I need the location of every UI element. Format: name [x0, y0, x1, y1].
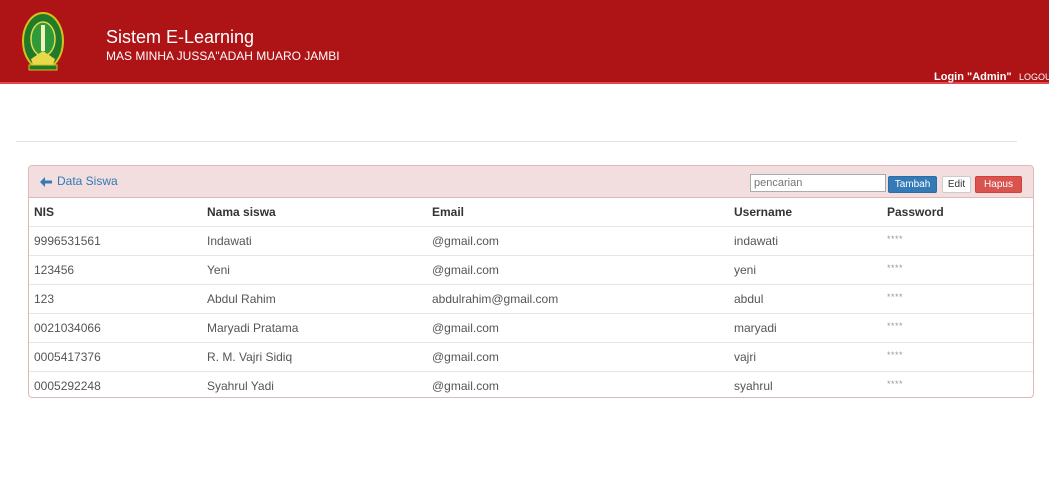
name-cell: Yeni [207, 263, 230, 277]
password-cell: **** [887, 263, 904, 273]
nis-cell: 0021034066 [34, 321, 101, 335]
username-cell: indawati [734, 234, 779, 248]
nis-cell: 0005417376 [34, 350, 101, 364]
table-row[interactable]: 123 Abdul Rahim abdulrahim@gmail.com abd… [29, 285, 1033, 314]
username-cell: maryadi [734, 321, 777, 335]
nis-cell: 9996531561 [34, 234, 101, 248]
password-cell: **** [887, 350, 904, 360]
nis-cell: 0005292248 [34, 379, 101, 393]
column-header: NIS [34, 205, 55, 219]
password-cell: **** [887, 234, 904, 244]
table-row[interactable]: 0005292248 Syahrul Yadi @gmail.com syahr… [29, 372, 1033, 397]
edit-button[interactable]: Edit [942, 176, 971, 193]
column-header: Username [734, 205, 793, 219]
school-name: MAS MINHA JUSSA"ADAH MUARO JAMBI [106, 49, 340, 63]
name-cell: R. M. Vajri Sidiq [207, 350, 293, 364]
nis-cell: 123 [34, 292, 55, 306]
name-cell: Abdul Rahim [207, 292, 276, 306]
password-cell: **** [887, 321, 904, 331]
panel-heading: Data Siswa Tambah Edit Hapus [29, 166, 1033, 198]
email-cell: abdulrahim@gmail.com [432, 292, 559, 306]
email-cell: @gmail.com [432, 379, 499, 393]
delete-button[interactable]: Hapus [975, 176, 1022, 193]
table-header-row: NIS Nama siswa Email Username Password [29, 198, 1033, 227]
add-button[interactable]: Tambah [888, 176, 937, 193]
login-user-text: Login "Admin" [934, 71, 1012, 83]
name-cell: Indawati [207, 234, 252, 248]
username-cell: syahrul [734, 379, 773, 393]
username-cell: yeni [734, 263, 757, 277]
table-row[interactable]: 9996531561 Indawati @gmail.com indawati … [29, 227, 1033, 256]
email-cell: @gmail.com [432, 263, 499, 277]
panel-title: Data Siswa [57, 174, 118, 188]
school-emblem-logo [22, 12, 64, 71]
email-cell: @gmail.com [432, 234, 499, 248]
name-cell: Syahrul Yadi [207, 379, 274, 393]
nis-cell: 123456 [34, 263, 75, 277]
username-cell: vajri [734, 350, 757, 364]
column-header: Password [887, 205, 944, 219]
arrow-left-icon [40, 177, 52, 187]
app-title: Sistem E-Learning [106, 27, 255, 47]
name-cell: Maryadi Pratama [207, 321, 299, 335]
search-input[interactable] [750, 174, 886, 192]
divider [16, 141, 1017, 142]
table-row[interactable]: 0021034066 Maryadi Pratama @gmail.com ma… [29, 314, 1033, 343]
student-data-panel: Data Siswa Tambah Edit Hapus NIS Nama si… [28, 165, 1034, 398]
back-link[interactable]: Data Siswa [40, 174, 118, 188]
password-cell: **** [887, 379, 904, 389]
username-cell: abdul [734, 292, 764, 306]
table-row[interactable]: 123456 Yeni @gmail.com yeni **** [29, 256, 1033, 285]
column-header: Nama siswa [207, 205, 276, 219]
column-header: Email [432, 205, 465, 219]
logout-link[interactable]: LOGOUT [1019, 72, 1049, 82]
top-header: Sistem E-Learning MAS MINHA JUSSA"ADAH M… [0, 0, 1049, 84]
table-row[interactable]: 0005417376 R. M. Vajri Sidiq @gmail.com … [29, 343, 1033, 372]
login-area: Login "Admin" LOGOUT [934, 70, 1049, 83]
password-cell: **** [887, 292, 904, 302]
email-cell: @gmail.com [432, 350, 499, 364]
email-cell: @gmail.com [432, 321, 499, 335]
